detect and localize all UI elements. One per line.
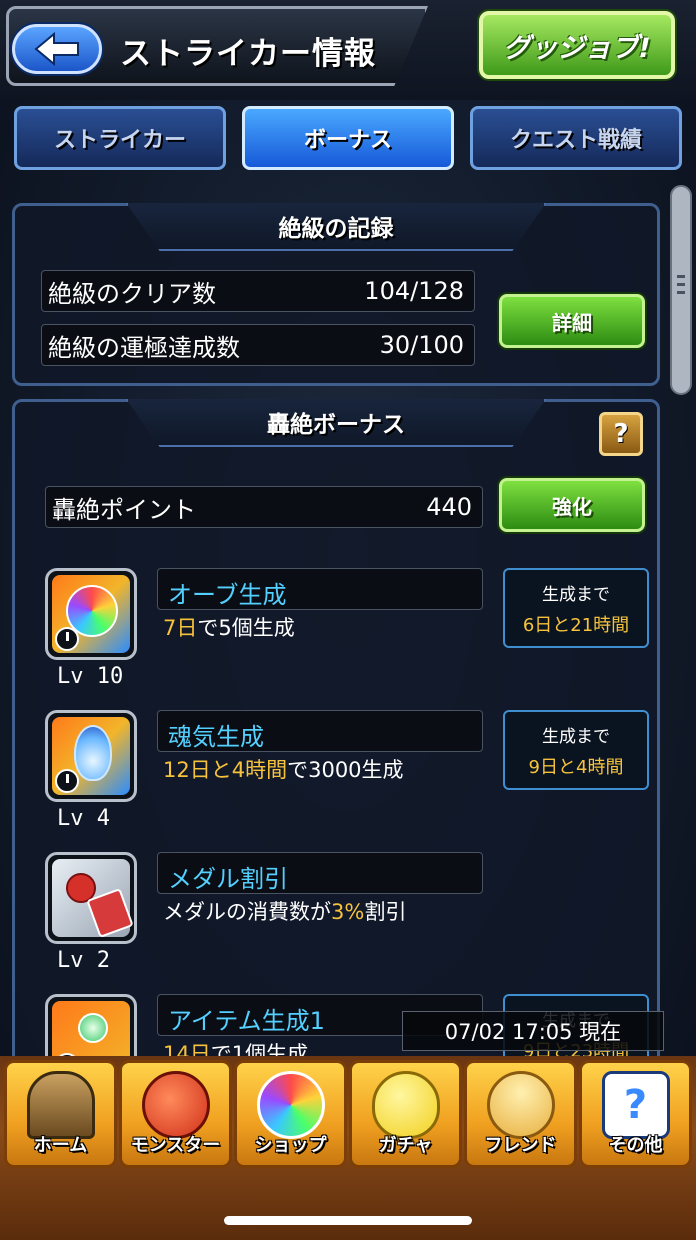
- bonus-timer: 生成まで 9日と4時間: [503, 710, 649, 790]
- timestamp-label: 07/02 17:05 現在: [402, 1011, 664, 1051]
- timer-label: 生成まで: [542, 584, 610, 605]
- question-icon: ?: [601, 1071, 670, 1139]
- back-button[interactable]: [12, 24, 102, 74]
- good-job-label: グッジョブ!: [503, 32, 651, 64]
- nav-monster[interactable]: モンスター: [119, 1060, 232, 1168]
- tab-striker[interactable]: ストライカー: [14, 106, 226, 170]
- bonus-item-orb[interactable]: Lv 10 オーブ生成 7日で5個生成 生成まで 6日と21時間: [45, 568, 655, 698]
- max-luck-label: 絶級の運極達成数: [48, 333, 240, 362]
- medal-discount-icon: [45, 852, 137, 944]
- nav-label: ショップ: [254, 1135, 327, 1156]
- timer-value: 9日と4時間: [528, 756, 624, 778]
- detail-button[interactable]: 詳細: [499, 294, 645, 348]
- nav-label: モンスター: [130, 1135, 221, 1156]
- points-row: 轟絶ポイント 440: [45, 486, 483, 528]
- bonus-desc: メダルの消費数が3%割引: [163, 900, 407, 924]
- bonus-desc: 7日で5個生成: [163, 616, 295, 640]
- orb-generate-icon: [45, 568, 137, 660]
- scrollbar[interactable]: [670, 185, 692, 395]
- bonus-name: オーブ生成: [157, 568, 483, 610]
- header: ストライカー情報 グッジョブ!: [0, 0, 696, 100]
- nav-label: ホーム: [33, 1135, 88, 1156]
- clear-count-label: 絶級のクリア数: [48, 279, 216, 308]
- tab-bonus[interactable]: ボーナス: [242, 106, 454, 170]
- record-panel: 絶級の記録 絶級のクリア数 104/128 絶級の運極達成数 30/100 詳細: [12, 203, 660, 386]
- max-luck-value: 30/100: [379, 331, 464, 359]
- bonus-name: 魂気生成: [157, 710, 483, 752]
- rainbow-orb-icon: [256, 1071, 325, 1139]
- good-job-button[interactable]: グッジョブ!: [479, 11, 675, 79]
- bottom-nav: ホーム モンスター ショップ ガチャ フレンド ? その他: [0, 1056, 696, 1240]
- nav-other[interactable]: ? その他: [579, 1060, 692, 1168]
- soul-generate-icon: [45, 710, 137, 802]
- egg-icon: [371, 1071, 440, 1139]
- bonus-level: Lv 10: [57, 664, 124, 689]
- app-screen: ストライカー情報 グッジョブ! ストライカー ボーナス クエスト戦績 絶級の記録…: [0, 0, 696, 1240]
- arrow-left-icon: [34, 32, 79, 66]
- bonus-level: Lv 2: [57, 948, 110, 973]
- tab-bar: ストライカー ボーナス クエスト戦績: [0, 106, 696, 172]
- nav-label: その他: [608, 1135, 663, 1156]
- bonus-item-soul[interactable]: Lv 4 魂気生成 12日と4時間で3000生成 生成まで 9日と4時間: [45, 710, 655, 840]
- bonus-desc: 12日と4時間で3000生成: [163, 758, 404, 782]
- page-title: ストライカー情報: [120, 36, 376, 72]
- nav-gacha[interactable]: ガチャ: [349, 1060, 462, 1168]
- timer-label: 生成まで: [542, 726, 610, 747]
- bonus-level: Lv 4: [57, 806, 110, 831]
- max-luck-row: 絶級の運極達成数 30/100: [41, 324, 475, 366]
- help-button[interactable]: ?: [599, 412, 643, 456]
- nav-label: フレンド: [484, 1135, 557, 1156]
- clear-count-row: 絶級のクリア数 104/128: [41, 270, 475, 312]
- bonus-panel: 轟絶ボーナス ? 轟絶ポイント 440 強化 Lv 10 オーブ生成 7日で5個…: [12, 399, 660, 1086]
- home-indicator[interactable]: [224, 1216, 472, 1225]
- tab-quest-record[interactable]: クエスト戦績: [470, 106, 682, 170]
- nav-shop[interactable]: ショップ: [234, 1060, 347, 1168]
- points-label: 轟絶ポイント: [52, 495, 196, 524]
- clear-count-value: 104/128: [364, 277, 464, 305]
- home-gate-icon: [26, 1071, 95, 1139]
- bonus-panel-title: 轟絶ボーナス: [126, 399, 546, 447]
- nav-home[interactable]: ホーム: [4, 1060, 117, 1168]
- nav-label: ガチャ: [378, 1135, 433, 1156]
- bonus-timer: 生成まで 6日と21時間: [503, 568, 649, 648]
- bonus-name: メダル割引: [157, 852, 483, 894]
- record-panel-title: 絶級の記録: [126, 203, 546, 251]
- clock-icon: [55, 769, 79, 793]
- clock-icon: [55, 627, 79, 651]
- bonus-item-medal[interactable]: Lv 2 メダル割引 メダルの消費数が3%割引: [45, 852, 655, 982]
- points-value: 440: [426, 493, 472, 521]
- nav-friend[interactable]: フレンド: [464, 1060, 577, 1168]
- timer-value: 6日と21時間: [522, 614, 630, 636]
- upgrade-button[interactable]: 強化: [499, 478, 645, 532]
- monster-icon: [141, 1071, 210, 1139]
- friends-icon: [486, 1071, 555, 1139]
